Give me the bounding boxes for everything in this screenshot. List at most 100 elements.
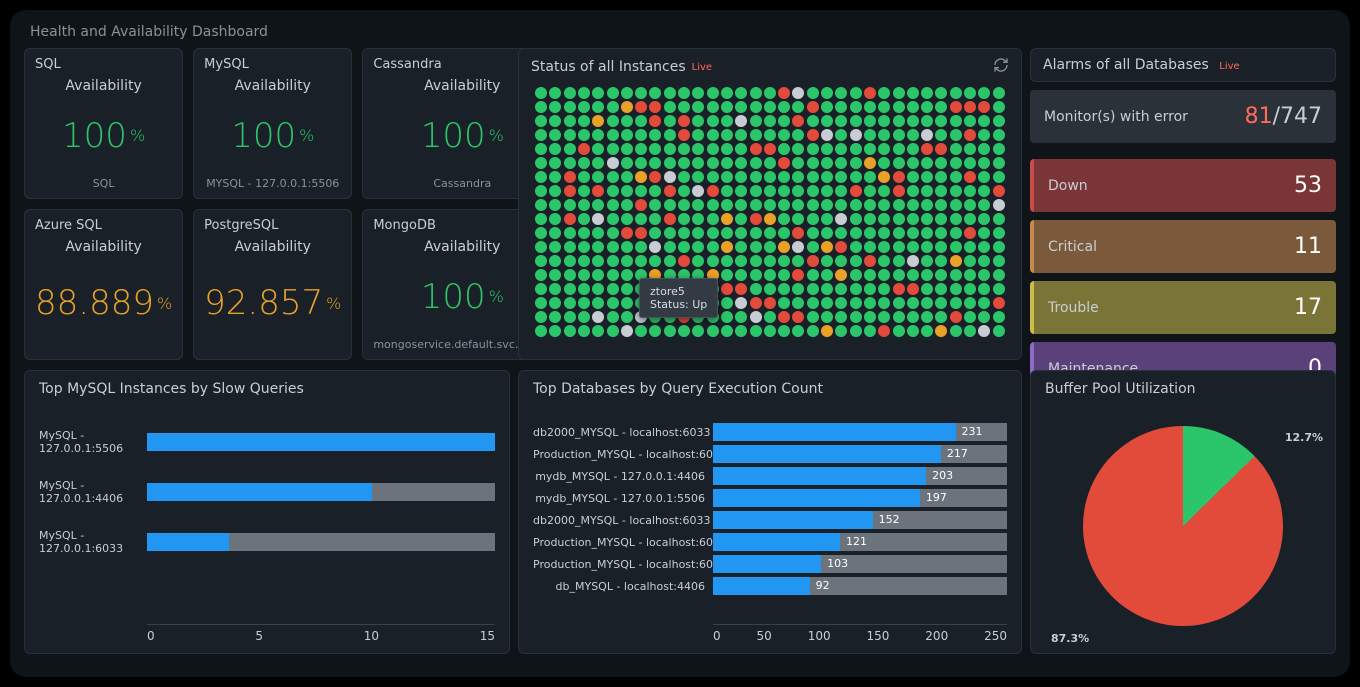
- instance-dot[interactable]: [549, 171, 561, 183]
- instance-dot[interactable]: [621, 283, 633, 295]
- instance-dot[interactable]: [807, 87, 819, 99]
- instance-dot[interactable]: [735, 185, 747, 197]
- instance-dot[interactable]: [607, 129, 619, 141]
- instance-dot[interactable]: [621, 157, 633, 169]
- instance-dot[interactable]: [549, 199, 561, 211]
- instance-dot[interactable]: [764, 325, 776, 337]
- alarm-row-monitors[interactable]: Monitor(s) with error 81/747: [1030, 90, 1336, 143]
- instance-dot[interactable]: [664, 143, 676, 155]
- instance-dot[interactable]: [778, 185, 790, 197]
- instance-dot[interactable]: [993, 129, 1005, 141]
- instance-dot[interactable]: [907, 325, 919, 337]
- instance-dot[interactable]: [635, 213, 647, 225]
- instance-dot[interactable]: [921, 199, 933, 211]
- instance-dot[interactable]: [721, 297, 733, 309]
- instance-dot[interactable]: [564, 171, 576, 183]
- instance-dot[interactable]: [578, 115, 590, 127]
- instance-dot[interactable]: [707, 283, 719, 295]
- instance-dot[interactable]: [850, 87, 862, 99]
- instance-dot[interactable]: [750, 311, 762, 323]
- instance-dot[interactable]: [778, 199, 790, 211]
- instance-dot[interactable]: [907, 129, 919, 141]
- instance-dot[interactable]: [721, 269, 733, 281]
- instance-dot[interactable]: [564, 87, 576, 99]
- instance-dot[interactable]: [635, 283, 647, 295]
- instance-dot[interactable]: [564, 311, 576, 323]
- instance-dot[interactable]: [664, 87, 676, 99]
- instance-dot[interactable]: [764, 171, 776, 183]
- instance-dot[interactable]: [878, 171, 890, 183]
- instance-dot[interactable]: [607, 87, 619, 99]
- instance-dot[interactable]: [850, 255, 862, 267]
- instance-dot[interactable]: [635, 101, 647, 113]
- instance-dot[interactable]: [635, 129, 647, 141]
- instance-dot[interactable]: [750, 199, 762, 211]
- instance-dot[interactable]: [978, 227, 990, 239]
- instance-dot[interactable]: [549, 185, 561, 197]
- instance-dot[interactable]: [535, 241, 547, 253]
- instance-dot[interactable]: [721, 171, 733, 183]
- instance-dot[interactable]: [607, 157, 619, 169]
- instance-dot[interactable]: [792, 143, 804, 155]
- instance-dot[interactable]: [850, 311, 862, 323]
- instance-dot[interactable]: [578, 129, 590, 141]
- instance-dot[interactable]: [721, 185, 733, 197]
- instance-dot[interactable]: [764, 185, 776, 197]
- instance-dot[interactable]: [864, 115, 876, 127]
- instance-dot[interactable]: [750, 283, 762, 295]
- instance-dot[interactable]: [878, 185, 890, 197]
- instance-dot[interactable]: [993, 255, 1005, 267]
- instance-dot[interactable]: [692, 115, 704, 127]
- instance-dot[interactable]: [878, 87, 890, 99]
- instance-dot[interactable]: [964, 297, 976, 309]
- instance-dot[interactable]: [592, 297, 604, 309]
- instance-dot[interactable]: [621, 311, 633, 323]
- instance-dot[interactable]: [807, 227, 819, 239]
- instance-dot[interactable]: [635, 171, 647, 183]
- instance-dot[interactable]: [792, 101, 804, 113]
- instance-dot[interactable]: [864, 185, 876, 197]
- instance-dot[interactable]: [878, 255, 890, 267]
- instance-dot[interactable]: [607, 269, 619, 281]
- instance-dot[interactable]: [893, 311, 905, 323]
- instance-dot[interactable]: [993, 283, 1005, 295]
- instance-dot[interactable]: [664, 269, 676, 281]
- instance-dot[interactable]: [564, 227, 576, 239]
- instance-dot[interactable]: [792, 129, 804, 141]
- instance-dot[interactable]: [721, 213, 733, 225]
- instance-dot[interactable]: [835, 115, 847, 127]
- instance-dot[interactable]: [649, 115, 661, 127]
- instance-dot[interactable]: [707, 101, 719, 113]
- instance-dot[interactable]: [535, 115, 547, 127]
- instance-dot[interactable]: [564, 115, 576, 127]
- instance-dot[interactable]: [993, 101, 1005, 113]
- bar-row[interactable]: Production_MYSQL - localhost:6033 103: [533, 555, 1007, 573]
- instance-dot[interactable]: [535, 185, 547, 197]
- instance-dot[interactable]: [535, 87, 547, 99]
- instance-dot[interactable]: [792, 171, 804, 183]
- instance-dot[interactable]: [635, 199, 647, 211]
- instance-dot[interactable]: [921, 87, 933, 99]
- instance-dot[interactable]: [993, 199, 1005, 211]
- instance-dot[interactable]: [649, 311, 661, 323]
- instance-dot[interactable]: [635, 255, 647, 267]
- instance-dot[interactable]: [821, 115, 833, 127]
- alarm-row[interactable]: Trouble 17: [1030, 281, 1336, 334]
- instance-dot[interactable]: [778, 115, 790, 127]
- instance-dot[interactable]: [721, 255, 733, 267]
- instance-dot[interactable]: [893, 143, 905, 155]
- instance-dot[interactable]: [592, 157, 604, 169]
- instance-dot[interactable]: [792, 283, 804, 295]
- instance-dot[interactable]: [564, 101, 576, 113]
- instance-dot[interactable]: [692, 325, 704, 337]
- instance-dot[interactable]: [864, 227, 876, 239]
- instance-dot[interactable]: [850, 241, 862, 253]
- instance-dot[interactable]: [893, 101, 905, 113]
- instance-dot[interactable]: [950, 255, 962, 267]
- instance-dot[interactable]: [621, 325, 633, 337]
- instance-dot[interactable]: [578, 199, 590, 211]
- instance-dot[interactable]: [735, 143, 747, 155]
- instance-dot[interactable]: [549, 115, 561, 127]
- instance-dot[interactable]: [907, 199, 919, 211]
- instance-dot[interactable]: [978, 297, 990, 309]
